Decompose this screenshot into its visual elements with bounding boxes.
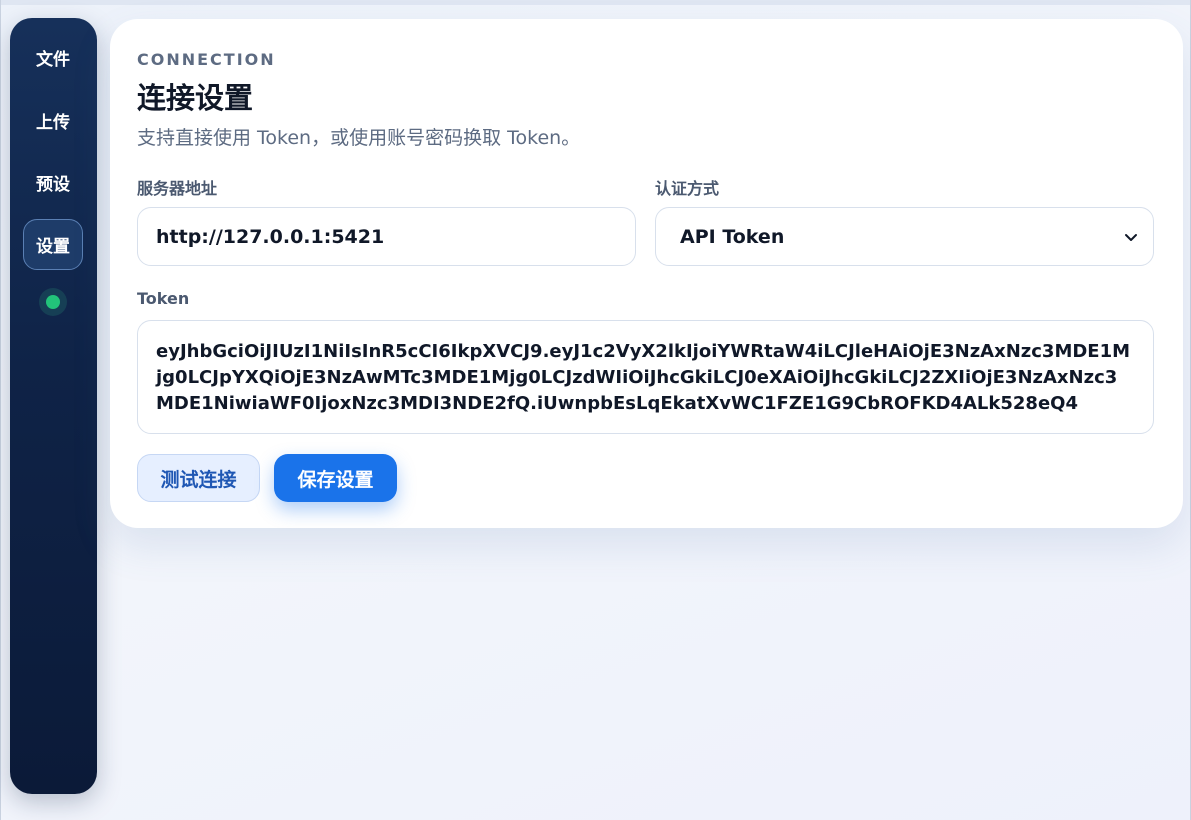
- token-value: eyJhbGciOiJIUzI1NiIsInR5cCI6IkpXVCJ9.eyJ…: [156, 341, 1131, 414]
- sidebar-item-files[interactable]: 文件: [23, 32, 83, 83]
- token-label: Token: [137, 289, 190, 308]
- save-settings-label: 保存设置: [297, 468, 374, 491]
- sidebar-item-settings[interactable]: 设置: [23, 219, 83, 270]
- auth-method-select[interactable]: API Token: [655, 207, 1154, 266]
- status-dot-icon: [46, 295, 60, 309]
- sidebar-item-label: 文件: [36, 50, 70, 70]
- save-settings-button[interactable]: 保存设置: [274, 454, 397, 502]
- test-connection-label: 测试连接: [160, 468, 237, 491]
- server-address-value: http://127.0.0.1:5421: [156, 225, 385, 248]
- page-subtitle: 支持直接使用 Token，或使用账号密码换取 Token。: [137, 127, 581, 149]
- page-title: 连接设置: [137, 81, 254, 115]
- server-address-input[interactable]: http://127.0.0.1:5421: [137, 207, 636, 266]
- chevron-down-icon: [1125, 234, 1137, 241]
- auth-method-value: API Token: [680, 225, 785, 248]
- connection-settings-card: CONNECTION 连接设置 支持直接使用 Token，或使用账号密码换取 T…: [110, 19, 1183, 528]
- token-textarea[interactable]: eyJhbGciOiJIUzI1NiIsInR5cCI6IkpXVCJ9.eyJ…: [137, 320, 1154, 434]
- connection-status-indicator: [39, 288, 67, 316]
- sidebar-item-label: 预设: [36, 175, 70, 195]
- window-top-border: [1, 0, 1190, 5]
- section-eyebrow: CONNECTION: [137, 50, 276, 69]
- sidebar-item-upload[interactable]: 上传: [23, 95, 83, 146]
- sidebar-item-presets[interactable]: 预设: [23, 157, 83, 208]
- sidebar-item-label: 上传: [36, 113, 70, 133]
- sidebar: 文件 上传 预设 设置: [10, 18, 97, 794]
- app-window: 文件 上传 预设 设置 CONNECTION 连接设置 支持直接使用 Token…: [0, 0, 1191, 820]
- test-connection-button[interactable]: 测试连接: [137, 454, 260, 502]
- auth-method-label: 认证方式: [655, 179, 720, 198]
- sidebar-item-label: 设置: [36, 237, 70, 257]
- server-address-label: 服务器地址: [137, 179, 218, 198]
